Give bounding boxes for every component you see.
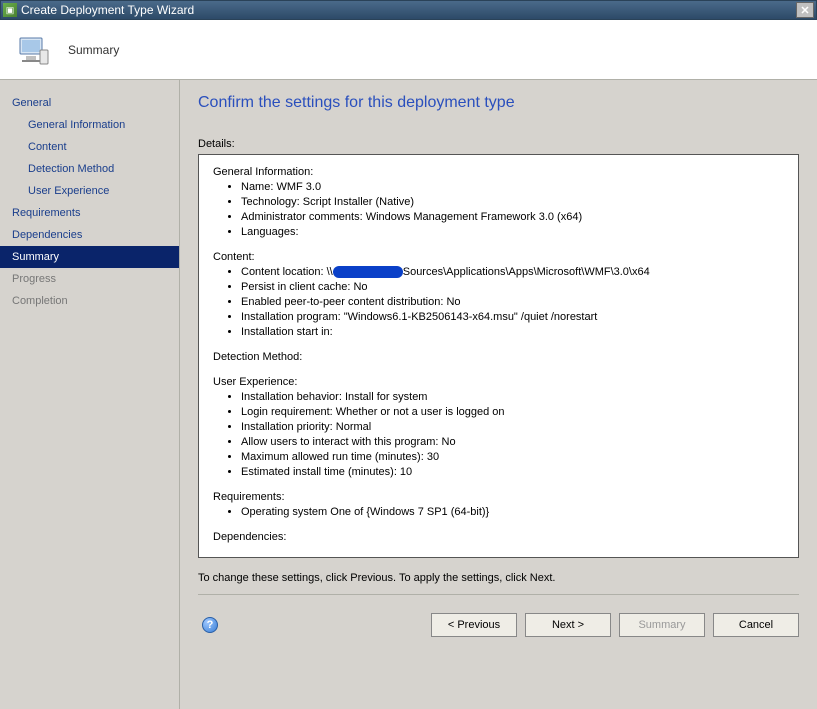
previous-button[interactable]: < Previous xyxy=(431,613,517,637)
general-info-title: General Information: xyxy=(213,165,784,180)
content-panel: Confirm the settings for this deployment… xyxy=(180,80,817,709)
ue-priority: Installation priority: Normal xyxy=(241,420,784,435)
section-requirements: Requirements: Operating system One of {W… xyxy=(213,490,784,520)
content-heading: Confirm the settings for this deployment… xyxy=(198,94,799,112)
section-detection: Detection Method: xyxy=(213,350,784,365)
sidebar-item-general-information[interactable]: General Information xyxy=(0,114,179,136)
sidebar-item-content[interactable]: Content xyxy=(0,136,179,158)
cancel-button[interactable]: Cancel xyxy=(713,613,799,637)
sidebar-item-progress: Progress xyxy=(0,268,179,290)
details-box: General Information: Name: WMF 3.0 Techn… xyxy=(198,154,799,558)
ue-login: Login requirement: Whether or not a user… xyxy=(241,405,784,420)
help-icon[interactable]: ? xyxy=(202,617,218,633)
header-panel: Summary xyxy=(0,20,817,80)
content-p2p: Enabled peer-to-peer content distributio… xyxy=(241,295,784,310)
content-location-prefix: Content location: \\ xyxy=(241,266,333,278)
ue-est-install: Estimated install time (minutes): 10 xyxy=(241,465,784,480)
req-title: Requirements: xyxy=(213,490,784,505)
titlebar: ▣ Create Deployment Type Wizard ✕ xyxy=(0,0,817,20)
ue-behavior: Installation behavior: Install for syste… xyxy=(241,390,784,405)
content-install-start: Installation start in: xyxy=(241,325,784,340)
content-install-prog: Installation program: "Windows6.1-KB2506… xyxy=(241,310,784,325)
req-os: Operating system One of {Windows 7 SP1 (… xyxy=(241,505,784,520)
gi-languages: Languages: xyxy=(241,225,784,240)
next-button[interactable]: Next > xyxy=(525,613,611,637)
content-location-suffix: Sources\Applications\Apps\Microsoft\WMF\… xyxy=(403,266,650,278)
page-title: Summary xyxy=(68,43,119,57)
content-persist: Persist in client cache: No xyxy=(241,280,784,295)
sidebar-item-general[interactable]: General xyxy=(0,92,179,114)
ue-interact: Allow users to interact with this progra… xyxy=(241,435,784,450)
section-dependencies: Dependencies: xyxy=(213,530,784,545)
gi-name: Name: WMF 3.0 xyxy=(241,180,784,195)
user-exp-title: User Experience: xyxy=(213,375,784,390)
footer-note: To change these settings, click Previous… xyxy=(198,558,799,594)
close-button[interactable]: ✕ xyxy=(796,2,814,18)
details-label: Details: xyxy=(198,138,799,150)
sidebar-item-detection-method[interactable]: Detection Method xyxy=(0,158,179,180)
app-icon: ▣ xyxy=(3,3,17,17)
window-title: Create Deployment Type Wizard xyxy=(21,3,796,17)
footer-bar: ? < Previous Next > Summary Cancel xyxy=(198,594,799,637)
sidebar-item-dependencies[interactable]: Dependencies xyxy=(0,224,179,246)
sidebar-item-user-experience[interactable]: User Experience xyxy=(0,180,179,202)
sidebar-item-summary[interactable]: Summary xyxy=(0,246,179,268)
dep-title: Dependencies: xyxy=(213,530,784,545)
detection-title: Detection Method: xyxy=(213,350,784,365)
section-content: Content: Content location: \\ Sources\App… xyxy=(213,250,784,340)
sidebar-item-requirements[interactable]: Requirements xyxy=(0,202,179,224)
gi-admin-comments: Administrator comments: Windows Manageme… xyxy=(241,210,784,225)
gi-technology: Technology: Script Installer (Native) xyxy=(241,195,784,210)
sidebar-item-completion: Completion xyxy=(0,290,179,312)
content-location: Content location: \\ Sources\Applications… xyxy=(241,265,784,280)
ue-max-runtime: Maximum allowed run time (minutes): 30 xyxy=(241,450,784,465)
summary-button: Summary xyxy=(619,613,705,637)
section-user-exp: User Experience: Installation behavior: … xyxy=(213,375,784,480)
section-general-info: General Information: Name: WMF 3.0 Techn… xyxy=(213,165,784,240)
sidebar: GeneralGeneral InformationContentDetecti… xyxy=(0,80,180,709)
redacted-server xyxy=(333,266,403,278)
main-area: GeneralGeneral InformationContentDetecti… xyxy=(0,80,817,709)
wizard-icon xyxy=(14,30,54,70)
content-title: Content: xyxy=(213,250,784,265)
